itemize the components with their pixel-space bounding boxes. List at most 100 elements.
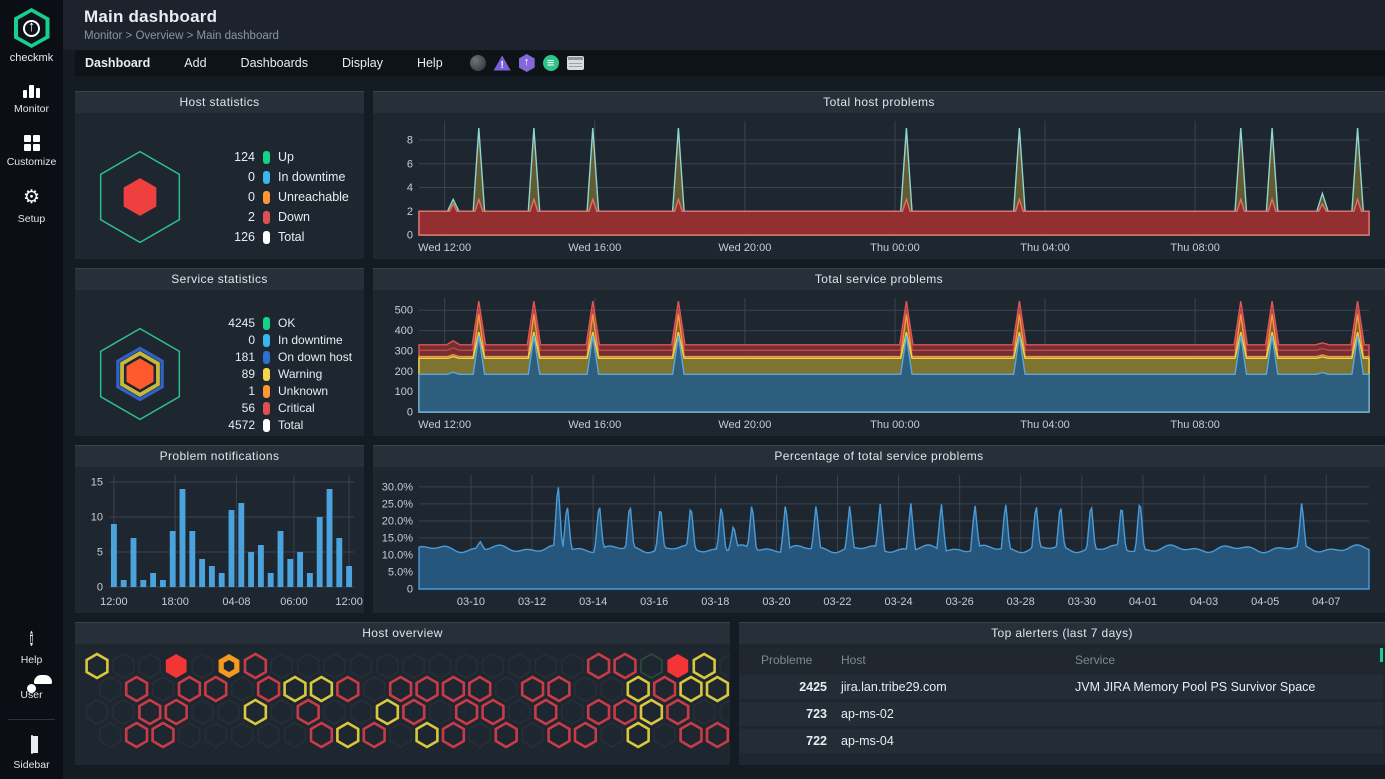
globe-icon[interactable] [470,55,486,71]
status-color-chip [263,385,270,398]
sidebar-item-user[interactable]: User [0,682,63,703]
stat-row[interactable]: 2Down [205,207,349,227]
brand-label: checkmk [10,52,53,64]
panel-title: Service statistics [75,268,364,290]
sidebar-item-setup[interactable]: ⚙Setup [0,186,63,227]
svg-text:Thu 04:00: Thu 04:00 [1020,242,1070,254]
stat-row[interactable]: 89 Warning [205,366,352,383]
service-hexagon-icon[interactable] [88,319,192,429]
stat-row[interactable]: 4572Total [205,417,352,434]
sidebar-item-label: Customize [7,156,57,168]
stat-value: 2 [205,210,255,224]
stat-row[interactable]: 181On down host [205,349,352,366]
scroll-indicator[interactable] [1380,648,1383,662]
stat-row[interactable]: 124Up [205,147,349,167]
svg-text:04-05: 04-05 [1251,596,1279,608]
panel-host-overview: Host overview [75,622,730,765]
problem-count[interactable]: 2425 [751,680,827,694]
table-row[interactable]: 2425 jira.lan.tribe29.com JVM JIRA Memory … [739,675,1383,699]
checkmk-logo-icon: ↑ [14,8,50,48]
svg-text:03-20: 03-20 [762,596,790,608]
warning-triangle-icon[interactable]: ! [494,56,511,71]
stat-label: Total [278,230,304,244]
menu-item-display[interactable]: Display [325,56,400,70]
table-row[interactable]: 723 ap-ms-02 [739,702,1383,726]
svg-text:03-12: 03-12 [518,596,546,608]
stat-value: 1 [205,384,255,398]
bar-chart-icon [23,84,41,98]
menu-item-dashboards[interactable]: Dashboards [224,56,325,70]
stat-row[interactable]: 4245OK [205,315,352,332]
status-color-chip [263,317,270,330]
stat-value: 56 [205,401,255,415]
sidebar-item-customize[interactable]: Customize [0,133,63,170]
stat-value: 89 [205,367,255,381]
svg-text:Wed 16:00: Wed 16:00 [568,242,621,254]
page-title: Main dashboard [84,7,1385,27]
stat-label: Unknown [278,384,328,398]
sidebar-item-help[interactable]: iHelp [0,627,63,668]
percentage-service-problems-chart[interactable]: 05.0%10.0%15.0%20.0%25.0%30.0%03-1003-12… [373,467,1385,611]
stat-row[interactable]: 126 Total [205,227,349,247]
svg-text:0: 0 [97,582,103,594]
checkmk-logo[interactable]: ↑ checkmk [10,8,53,64]
svg-text:03-16: 03-16 [640,596,668,608]
stat-row[interactable]: 1 Unknown [205,383,352,400]
filter-icon[interactable]: ≡ [543,55,559,71]
service-name[interactable]: JVM JIRA Memory Pool PS Survivor Space [1075,680,1383,694]
svg-text:15: 15 [91,477,103,489]
svg-text:15.0%: 15.0% [382,532,413,544]
checkmk-hexagon-icon[interactable]: ↑ [519,54,535,72]
breadcrumb: Monitor > Overview > Main dashboard [84,30,1385,42]
host-name[interactable]: ap-ms-04 [841,734,1061,748]
svg-text:500: 500 [395,305,413,317]
svg-text:Wed 20:00: Wed 20:00 [718,242,771,254]
svg-text:04-07: 04-07 [1312,596,1340,608]
stat-row[interactable]: 0Unreachable [205,187,349,207]
stat-row[interactable]: 56Critical [205,400,352,417]
sidebar-item-sidebar[interactable]: Sidebar [0,734,63,773]
svg-text:200: 200 [395,366,413,378]
svg-text:12:00: 12:00 [100,596,128,608]
sidebar-nav-bottom: iHelp User Sidebar [0,627,63,773]
stat-label: On down host [278,350,352,364]
menu-item-dashboard[interactable]: Dashboard [85,56,167,70]
table-row[interactable]: 722 ap-ms-04 [739,729,1383,753]
stat-row[interactable]: 0In downtime [205,167,349,187]
sidebar-item-monitor[interactable]: Monitor [0,82,63,117]
problem-count[interactable]: 723 [751,707,827,721]
svg-text:03-28: 03-28 [1007,596,1035,608]
problem-notifications-chart[interactable]: 05101512:0018:0004-0806:0012:00 [75,467,364,611]
sidebar-item-label: Help [21,654,43,666]
sidebar-divider [8,719,55,720]
host-hexagon-grid[interactable] [75,644,730,765]
status-color-chip [263,368,270,381]
panel-title: Host statistics [75,91,364,113]
svg-text:5: 5 [97,547,103,559]
total-service-problems-chart[interactable]: 0100200300400500Wed 12:00Wed 16:00Wed 20… [373,290,1385,434]
svg-text:18:00: 18:00 [161,596,189,608]
problem-count[interactable]: 722 [751,734,827,748]
stat-value: 124 [205,150,255,164]
total-host-problems-chart[interactable]: 02468Wed 12:00Wed 16:00Wed 20:00Thu 00:0… [373,113,1385,257]
svg-text:25.0%: 25.0% [382,498,413,510]
window-icon[interactable] [567,56,584,70]
sidebar-item-label: Sidebar [13,759,49,771]
stat-label: Warning [278,367,322,381]
menu-item-help[interactable]: Help [400,56,460,70]
table-header-row: ProblemeHostService [739,648,1383,672]
svg-text:03-30: 03-30 [1068,596,1096,608]
stat-value: 126 [205,230,255,244]
svg-text:8: 8 [407,135,413,147]
sidebar-item-label: Setup [18,213,45,225]
svg-text:03-14: 03-14 [579,596,607,608]
panel-total-host-problems: Total host problems 02468Wed 12:00Wed 16… [373,91,1385,259]
host-name[interactable]: jira.lan.tribe29.com [841,680,1061,694]
host-name[interactable]: ap-ms-02 [841,707,1061,721]
svg-text:03-22: 03-22 [823,596,851,608]
menu-item-add[interactable]: Add [167,56,223,70]
stat-row[interactable]: 0In downtime [205,332,352,349]
svg-text:5.0%: 5.0% [388,566,413,578]
status-color-chip [263,171,270,184]
host-hexagon-icon[interactable] [88,142,192,252]
